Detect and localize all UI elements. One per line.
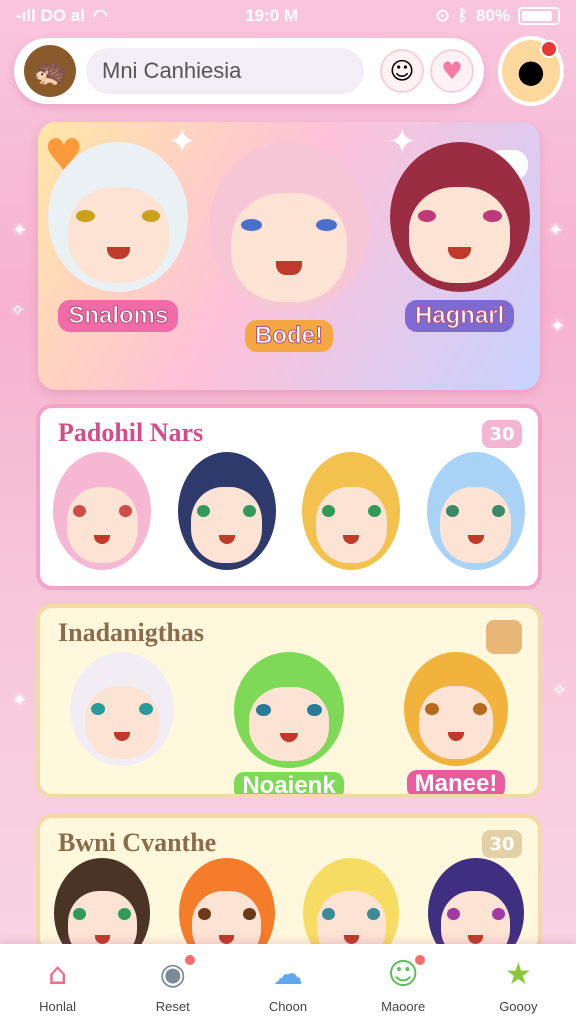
status-bar: -ıll DO al ◠ 19:0 M ⊙ ᛒ 80% xyxy=(0,0,576,32)
character-portrait xyxy=(178,858,275,950)
clock: 19:0 M xyxy=(245,6,299,25)
alarm-icon: ⊙ xyxy=(435,6,450,25)
character-name: Noaienk xyxy=(234,772,344,794)
section-count-badge[interactable]: 30 xyxy=(482,830,522,858)
sparkle-icon: ✦ xyxy=(12,220,28,241)
character-name: Manee! xyxy=(406,770,506,794)
character-portrait xyxy=(208,142,369,312)
character-card[interactable] xyxy=(54,858,151,950)
character-card[interactable] xyxy=(426,452,525,570)
character-card[interactable]: Manee! xyxy=(404,652,508,794)
character-portrait xyxy=(54,858,151,950)
nav-label: Choon xyxy=(268,998,308,1014)
cookie-avatar-icon: ● xyxy=(517,52,545,90)
character-portrait xyxy=(426,452,525,570)
character-portrait xyxy=(48,142,189,292)
character-portrait xyxy=(53,452,152,570)
search-bar: 🦔 Mni Canhiesia ☺ ♥ xyxy=(14,38,484,104)
battery-percent: 80% xyxy=(475,6,510,25)
bottom-nav: ⌂ Honlal ◉ Reset ☁ Choon ☺ Maoore ★ Gooo… xyxy=(0,944,576,1024)
character-card[interactable] xyxy=(53,452,152,570)
wifi-icon: ◠ xyxy=(92,6,108,25)
nav-label: Honlal xyxy=(39,998,77,1014)
search-placeholder: Mni Canhiesia xyxy=(102,58,242,83)
character-portrait xyxy=(70,652,174,766)
character-portrait xyxy=(234,652,344,768)
section-title: Bwni Cvanthe xyxy=(58,828,217,857)
section-title: Padohil Nars xyxy=(58,418,204,447)
character-card[interactable] xyxy=(427,858,524,950)
heart-icon[interactable]: ♥ xyxy=(430,49,474,93)
home-icon: ⌂ xyxy=(48,957,68,992)
character-name: Snaloms xyxy=(58,300,179,332)
nav-item-reset[interactable]: ◉ Reset xyxy=(123,952,223,1014)
character-card[interactable] xyxy=(70,652,174,794)
sparkle-icon: ✦ xyxy=(550,316,566,337)
sparkle-icon: ✧ xyxy=(552,680,568,701)
character-card[interactable] xyxy=(302,452,401,570)
character-name: Bode! xyxy=(244,320,333,352)
search-input[interactable]: Mni Canhiesia xyxy=(86,48,364,94)
character-portrait xyxy=(404,652,508,766)
notification-badge xyxy=(182,952,197,967)
nav-label: Goooy xyxy=(499,998,538,1014)
character-portrait xyxy=(177,452,276,570)
nav-label: Reset xyxy=(155,998,190,1014)
hero-character[interactable]: Bode! xyxy=(208,142,369,352)
hero-character[interactable]: Snaloms xyxy=(48,142,189,352)
battery-icon xyxy=(518,7,560,25)
character-portrait xyxy=(389,142,530,292)
sparkle-icon: ✦ xyxy=(12,690,28,711)
character-portrait xyxy=(303,858,400,950)
cloud-icon: ☁ xyxy=(272,957,303,992)
nav-item-goooy[interactable]: ★ Goooy xyxy=(468,955,568,1014)
star-icon: ★ xyxy=(504,957,532,992)
nav-item-home[interactable]: ⌂ Honlal xyxy=(8,955,108,1014)
character-section: Padohil Nars 30 xyxy=(36,404,542,590)
featured-banner[interactable]: ♥ ✦ ✦ Snaloms Bode! Hagnarl xyxy=(38,122,540,390)
nav-label: Maoore xyxy=(381,998,426,1014)
character-portrait xyxy=(427,858,524,950)
sparkle-icon: ✧ xyxy=(10,300,26,321)
character-card[interactable] xyxy=(177,452,276,570)
nav-item-choon[interactable]: ☁ Choon xyxy=(238,955,338,1014)
section-title: Inadanigthas xyxy=(58,618,204,647)
character-section: Bwni Cvanthe 30 xyxy=(36,814,542,954)
signal-text: -ıll DO al xyxy=(16,6,85,25)
nav-item-maoore[interactable]: ☺ Maoore xyxy=(353,952,453,1014)
notification-badge xyxy=(540,40,558,58)
character-name: Hagnarl xyxy=(404,300,515,332)
profile-avatar[interactable]: ● xyxy=(498,36,564,106)
character-card[interactable] xyxy=(178,858,275,950)
notification-badge xyxy=(413,952,428,967)
hedgehog-avatar-icon[interactable]: 🦔 xyxy=(24,45,76,97)
bluetooth-icon: ᛒ xyxy=(457,6,468,25)
character-portrait xyxy=(302,452,401,570)
character-face-icon[interactable]: ☺ xyxy=(380,49,424,93)
section-count-badge[interactable]: 30 xyxy=(482,420,522,448)
character-section: Inadanigthas Noaienk Manee! xyxy=(36,604,542,798)
character-card[interactable] xyxy=(303,858,400,950)
chat-bubble-icon[interactable] xyxy=(486,620,522,654)
character-card[interactable]: Noaienk xyxy=(234,652,344,794)
sparkle-icon: ✦ xyxy=(548,220,564,241)
hero-character[interactable]: Hagnarl xyxy=(389,142,530,352)
